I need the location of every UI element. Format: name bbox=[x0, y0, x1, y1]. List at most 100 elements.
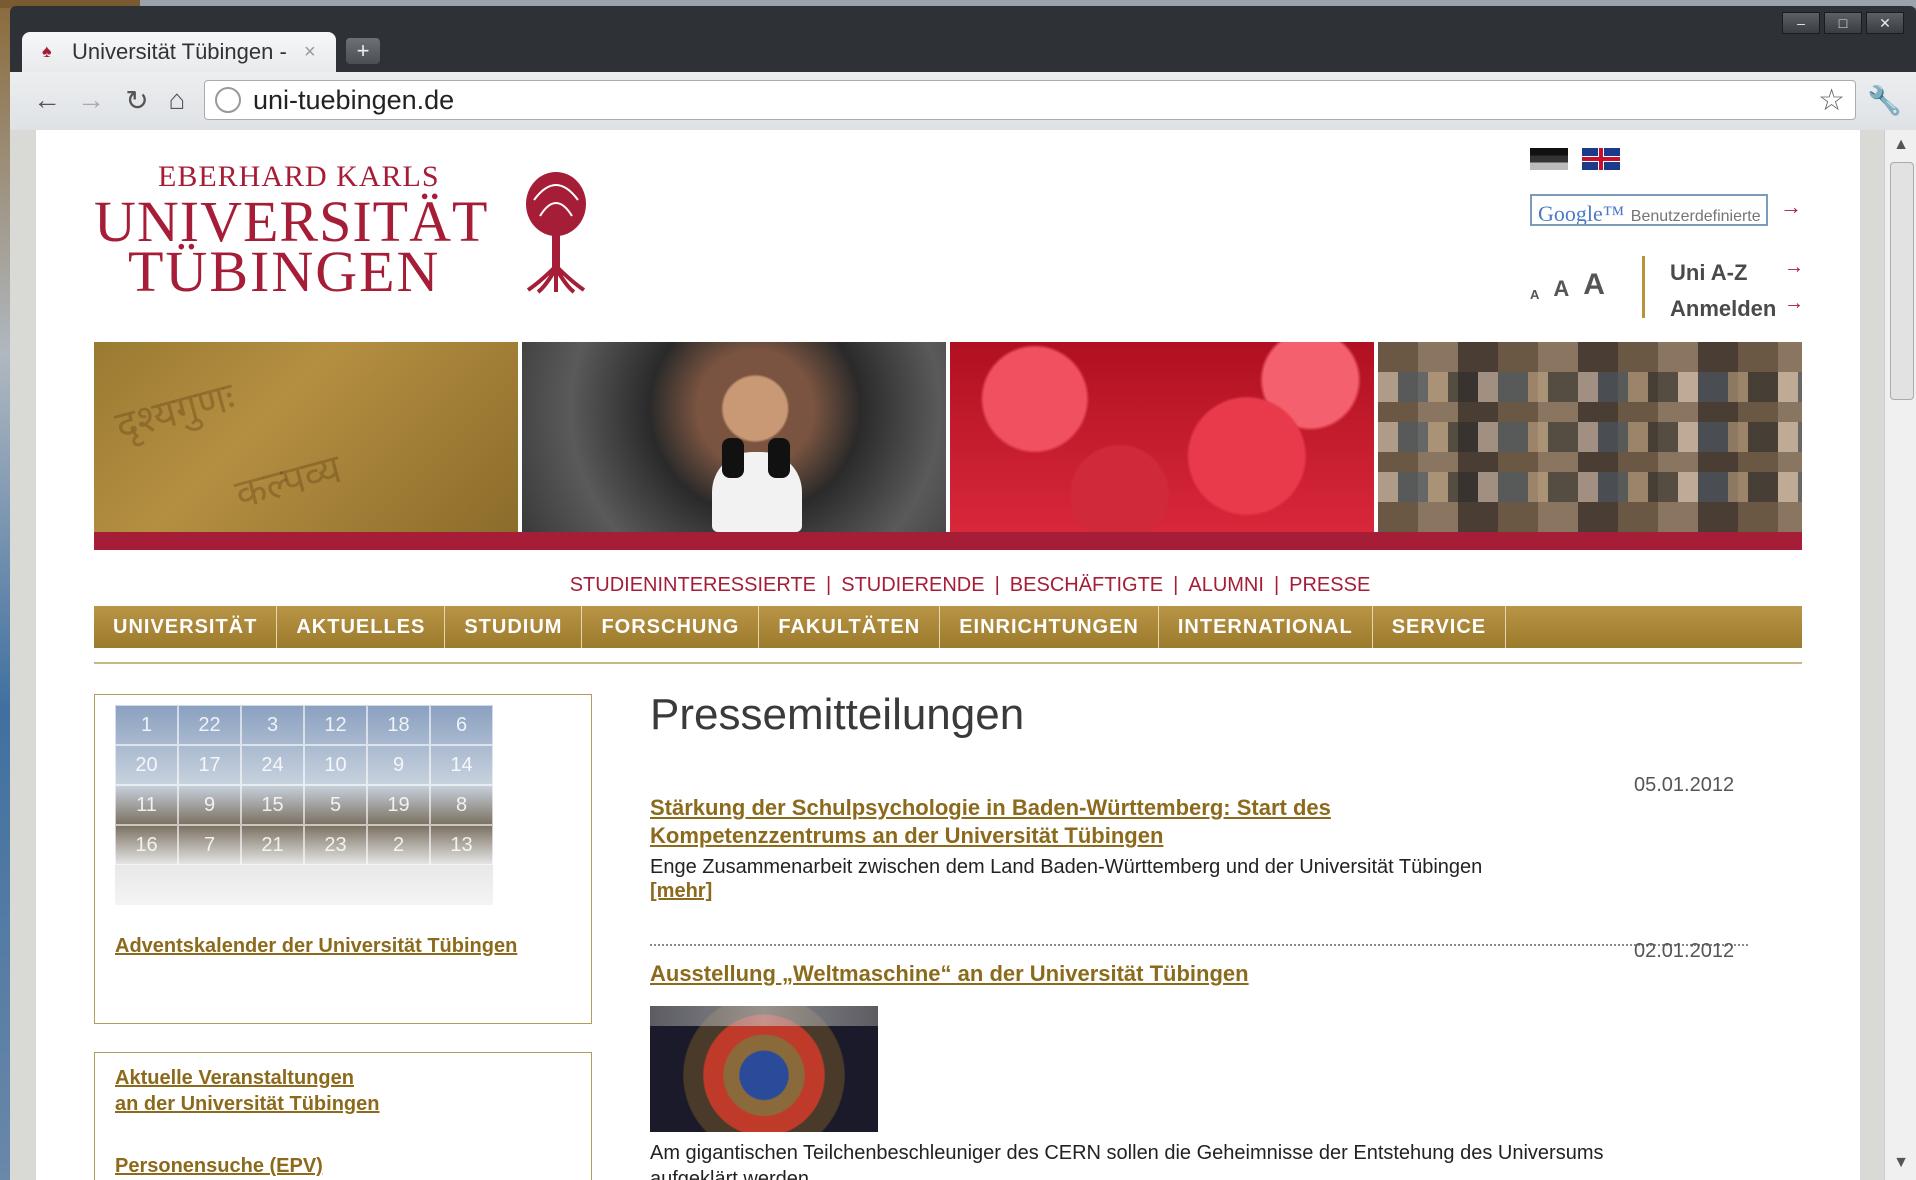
events-link-line2[interactable]: an der Universität Tübingen bbox=[115, 1091, 379, 1117]
advent-door[interactable]: 17 bbox=[178, 745, 241, 785]
press-title-1-line1[interactable]: Stärkung der Schulpsychologie in Baden-W… bbox=[650, 794, 1331, 822]
window-controls: – □ ✕ bbox=[1782, 12, 1904, 34]
banner-blood-cells-image bbox=[950, 342, 1374, 532]
advent-door[interactable]: 11 bbox=[115, 785, 178, 825]
advent-calendar-link[interactable]: Adventskalender der Universität Tübingen bbox=[115, 933, 535, 959]
advent-door[interactable]: 23 bbox=[304, 825, 367, 865]
advent-door[interactable]: 7 bbox=[178, 825, 241, 865]
minimize-button[interactable]: – bbox=[1782, 12, 1820, 34]
events-link-line1[interactable]: Aktuelle Veranstaltungen bbox=[115, 1065, 354, 1091]
mainnav-universitaet[interactable]: UNIVERSITÄT bbox=[94, 606, 278, 648]
back-arrow-icon[interactable]: ← bbox=[30, 84, 64, 116]
advent-door[interactable]: 24 bbox=[241, 745, 304, 785]
press-title-1-line2[interactable]: Kompetenzzentrums an der Universität Tüb… bbox=[650, 822, 1163, 850]
font-size-switcher: A A A bbox=[1530, 268, 1605, 302]
advent-door[interactable]: 22 bbox=[178, 705, 241, 745]
font-large-button[interactable]: A bbox=[1583, 268, 1605, 302]
page-background-right bbox=[1860, 130, 1884, 1180]
advent-door[interactable]: 10 bbox=[304, 745, 367, 785]
login-link[interactable]: Anmelden bbox=[1670, 296, 1776, 322]
nav-presse[interactable]: PRESSE bbox=[1289, 574, 1370, 596]
scroll-up-arrow-icon[interactable]: ▲ bbox=[1885, 136, 1916, 154]
font-medium-button[interactable]: A bbox=[1553, 276, 1569, 302]
advent-door[interactable]: 20 bbox=[115, 745, 178, 785]
advent-door[interactable]: 1 bbox=[115, 705, 178, 745]
globe-icon bbox=[215, 87, 241, 113]
home-icon[interactable]: ⌂ bbox=[160, 84, 194, 116]
reload-icon[interactable]: ↻ bbox=[120, 84, 154, 117]
banner-lecture-hall-image bbox=[1378, 342, 1802, 532]
vertical-scrollbar[interactable]: ▲ ▼ bbox=[1884, 130, 1916, 1180]
tab-title: Universität Tübingen - bbox=[72, 39, 287, 64]
advent-door[interactable]: 18 bbox=[367, 705, 430, 745]
advent-door[interactable]: 12 bbox=[304, 705, 367, 745]
new-tab-button[interactable]: + bbox=[346, 38, 380, 64]
google-logo: Google™ bbox=[1538, 201, 1625, 226]
press-more-link-1[interactable]: [mehr] bbox=[650, 880, 712, 903]
cern-accelerator-image[interactable] bbox=[650, 1006, 878, 1132]
mainnav-einrichtungen[interactable]: EINRICHTUNGEN bbox=[940, 606, 1159, 648]
advent-door[interactable]: 5 bbox=[304, 785, 367, 825]
tree-favicon-icon: ♠ bbox=[42, 41, 52, 61]
close-window-button[interactable]: ✕ bbox=[1866, 12, 1904, 34]
url-input[interactable] bbox=[251, 83, 1819, 117]
mainnav-forschung[interactable]: FORSCHUNG bbox=[582, 606, 760, 648]
address-bar[interactable]: ☆ bbox=[204, 80, 1856, 120]
search-input[interactable] bbox=[1628, 207, 1766, 224]
advent-door[interactable]: 13 bbox=[430, 825, 493, 865]
page-background-left bbox=[10, 130, 36, 1180]
university-tree-logo-icon[interactable] bbox=[520, 170, 592, 294]
advent-door[interactable]: 16 bbox=[115, 825, 178, 865]
browser-toolbar: ← → ↻ ⌂ ☆ 🔧 bbox=[10, 72, 1916, 131]
press-heading: Pressemitteilungen bbox=[650, 690, 1025, 739]
wrench-menu-icon[interactable]: 🔧 bbox=[1867, 84, 1902, 117]
advent-door[interactable]: 19 bbox=[367, 785, 430, 825]
nav-divider bbox=[94, 662, 1802, 664]
maximize-button[interactable]: □ bbox=[1824, 12, 1862, 34]
nav-studieninteressierte[interactable]: STUDIENINTERESSIERTE bbox=[570, 574, 816, 596]
scrollbar-thumb[interactable] bbox=[1890, 162, 1914, 400]
header-banner: दृश्यगुणः कल्पव्य bbox=[94, 342, 1802, 532]
advent-door[interactable]: 6 bbox=[430, 705, 493, 745]
advent-door[interactable]: 15 bbox=[241, 785, 304, 825]
bookmark-star-icon[interactable]: ☆ bbox=[1818, 83, 1845, 118]
person-search-link[interactable]: Personensuche (EPV) bbox=[115, 1153, 323, 1179]
mainnav-fakultaeten[interactable]: FAKULTÄTEN bbox=[759, 606, 941, 648]
uni-az-link[interactable]: Uni A-Z bbox=[1670, 260, 1747, 286]
advent-door[interactable]: 8 bbox=[430, 785, 493, 825]
german-flag-icon[interactable] bbox=[1530, 148, 1568, 170]
english-flag-icon[interactable] bbox=[1582, 148, 1620, 170]
advent-calendar-image[interactable]: 1 22 3 12 18 6 20 17 24 10 9 14 11 9 15 5 19 8 16 7 21 23 2 13 bbox=[115, 705, 493, 905]
advent-door[interactable]: 3 bbox=[241, 705, 304, 745]
browser-tab[interactable]: ♠ Universität Tübingen - × bbox=[22, 32, 336, 72]
tab-close-icon[interactable]: × bbox=[304, 41, 326, 64]
forward-arrow-icon[interactable]: → bbox=[74, 84, 108, 116]
advent-door[interactable]: 2 bbox=[367, 825, 430, 865]
logo-tuebingen[interactable]: TÜBINGEN bbox=[128, 238, 440, 305]
login-arrow-icon[interactable]: → bbox=[1784, 292, 1804, 315]
advent-door[interactable]: 21 bbox=[241, 825, 304, 865]
mainnav-studium[interactable]: STUDIUM bbox=[445, 606, 583, 648]
search-submit-arrow-icon[interactable]: → bbox=[1780, 194, 1802, 220]
mainnav-service[interactable]: SERVICE bbox=[1373, 606, 1507, 648]
advent-door[interactable]: 14 bbox=[430, 745, 493, 785]
nav-studierende[interactable]: STUDIERENDE bbox=[841, 574, 984, 596]
target-group-nav: STUDIENINTERESSIERTE | STUDIERENDE | BESCHÄF… bbox=[569, 574, 1371, 596]
banner-microscope-image bbox=[522, 342, 946, 532]
advent-door[interactable]: 9 bbox=[367, 745, 430, 785]
font-small-button[interactable]: A bbox=[1530, 287, 1539, 302]
press-summary-1: Enge Zusammenarbeit zwischen dem Land Ba… bbox=[650, 856, 1483, 878]
advent-door[interactable]: 9 bbox=[178, 785, 241, 825]
advent-calendar-grid: 1 22 3 12 18 6 20 17 24 10 9 14 11 9 15 5 19 8 16 7 21 23 2 13 bbox=[115, 705, 493, 905]
mainnav-international[interactable]: INTERNATIONAL bbox=[1159, 606, 1373, 648]
scroll-down-arrow-icon[interactable]: ▼ bbox=[1885, 1154, 1916, 1172]
uni-az-arrow-icon[interactable]: → bbox=[1784, 256, 1804, 279]
google-search-field[interactable]: Google™ bbox=[1530, 194, 1768, 226]
press-summary-2-line2: aufgeklärt werden bbox=[650, 1168, 809, 1180]
main-navigation: UNIVERSITÄT AKTUELLES STUDIUM FORSCHUNG … bbox=[94, 606, 1802, 648]
nav-beschaeftigte[interactable]: BESCHÄFTIGTE bbox=[1010, 574, 1163, 596]
press-title-2[interactable]: Ausstellung „Weltmaschine“ an der Univer… bbox=[650, 960, 1249, 988]
press-date-2: 02.01.2012 bbox=[1634, 940, 1735, 962]
nav-alumni[interactable]: ALUMNI bbox=[1188, 574, 1264, 596]
mainnav-aktuelles[interactable]: AKTUELLES bbox=[277, 606, 446, 648]
